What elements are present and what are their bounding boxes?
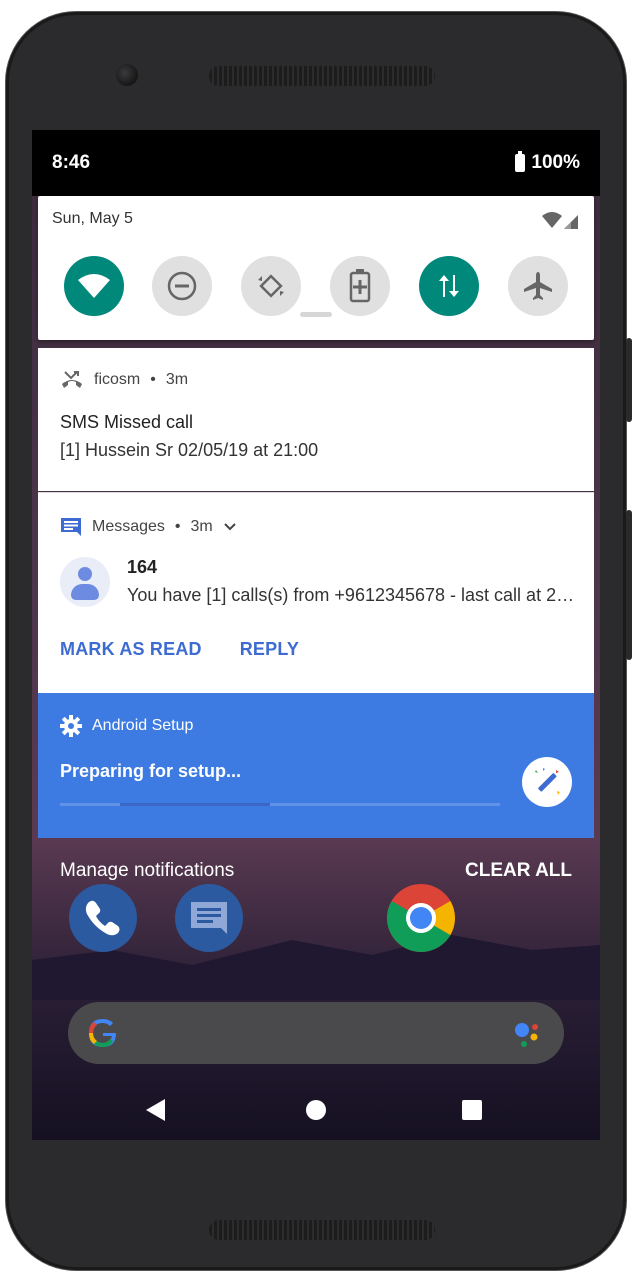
- do-not-disturb-icon: [167, 271, 197, 301]
- notification-list: ficosm • 3m SMS Missed call [1] Hussein …: [38, 348, 594, 838]
- power-button[interactable]: [626, 338, 632, 422]
- mobile-data-icon: [439, 275, 459, 297]
- battery-percent: 100%: [531, 152, 580, 173]
- navigation-bar: [32, 1080, 600, 1140]
- quick-settings-panel: Sun, May 5: [38, 196, 594, 340]
- status-bar: 8:46 100%: [32, 130, 600, 196]
- setup-progress-bar: [60, 803, 500, 806]
- airplane-mode-icon: [524, 272, 552, 300]
- message-text: You have [1] calls(s) from +9612345678 -…: [127, 585, 577, 605]
- notification-time: 3m: [165, 371, 189, 388]
- phone-icon: [85, 900, 120, 936]
- notification-app-name: Messages: [92, 518, 165, 535]
- chrome-app[interactable]: [387, 884, 455, 952]
- status-right: 100%: [515, 151, 580, 174]
- notification-app-name: Android Setup: [92, 717, 194, 734]
- auto-rotate-icon: [258, 274, 284, 298]
- notification-messages[interactable]: Messages • 3m 164 You have [1] calls(s) …: [38, 492, 594, 693]
- qs-tile-wifi[interactable]: [64, 256, 124, 316]
- recents-icon: [462, 1100, 482, 1120]
- home-icon: [306, 1100, 326, 1120]
- chevron-down-icon[interactable]: [223, 522, 237, 532]
- notification-header: Android Setup: [60, 715, 193, 737]
- notification-header: Messages • 3m: [60, 517, 237, 537]
- qs-tile-auto-rotate[interactable]: [241, 256, 301, 316]
- qs-tile-do-not-disturb[interactable]: [152, 256, 212, 316]
- nav-recents-button[interactable]: [454, 1092, 490, 1128]
- wifi-icon: [78, 274, 110, 298]
- assistant-icon[interactable]: [512, 1020, 542, 1050]
- notification-title: SMS Missed call: [60, 412, 194, 432]
- notification-text: [1] Hussein Sr 02/05/19 at 21:00: [60, 440, 319, 460]
- avatar: [60, 557, 110, 607]
- qs-drag-handle[interactable]: [300, 312, 332, 317]
- notification-title: Preparing for setup...: [60, 761, 242, 781]
- nav-back-button[interactable]: [138, 1092, 174, 1128]
- wifi-signal-icon: [542, 212, 562, 228]
- qs-tiles: [38, 256, 594, 320]
- google-search-bar[interactable]: [68, 1002, 564, 1064]
- battery-icon: [515, 151, 526, 172]
- notification-time: 3m: [190, 518, 213, 535]
- messages-icon: [61, 518, 81, 536]
- message-sender: 164: [127, 557, 158, 577]
- settings-gear-icon: [60, 715, 82, 737]
- qs-tile-mobile-data[interactable]: [419, 256, 479, 316]
- chrome-icon: [387, 884, 455, 952]
- volume-button[interactable]: [626, 510, 632, 660]
- phone-app[interactable]: [69, 884, 137, 952]
- notification-android-setup[interactable]: Android Setup Preparing for setup...: [38, 693, 594, 838]
- bottom-speaker: [209, 1220, 435, 1240]
- earpiece-speaker: [209, 66, 435, 86]
- messages-icon: [191, 902, 227, 934]
- front-camera: [116, 64, 138, 86]
- notification-ficosm[interactable]: ficosm • 3m SMS Missed call [1] Hussein …: [38, 348, 594, 491]
- manage-notifications-button[interactable]: Manage notifications: [60, 860, 234, 882]
- notification-actions: MARK AS READ REPLY: [60, 639, 299, 660]
- google-logo-icon: [89, 1019, 116, 1047]
- battery-saver-icon: [349, 269, 371, 303]
- screen: 8:46 100% Sun, May 5 ficosm • 3m SMS Mis…: [32, 130, 600, 1140]
- qs-tile-battery-saver[interactable]: [330, 256, 390, 316]
- qs-date[interactable]: Sun, May 5: [52, 210, 133, 228]
- status-time: 8:46: [52, 152, 91, 173]
- messages-app[interactable]: [175, 884, 243, 952]
- setup-wand-icon: [522, 757, 572, 807]
- back-icon: [146, 1099, 165, 1121]
- reply-button[interactable]: REPLY: [240, 639, 299, 660]
- nav-home-button[interactable]: [298, 1092, 334, 1128]
- qs-tile-airplane-mode[interactable]: [508, 256, 568, 316]
- notification-app-name: ficosm: [94, 371, 141, 388]
- missed-call-icon: [62, 371, 82, 388]
- person-icon: [78, 567, 92, 581]
- mark-as-read-button[interactable]: MARK AS READ: [60, 639, 202, 660]
- signal-icons: [542, 212, 578, 229]
- notification-header: ficosm • 3m: [60, 370, 188, 390]
- clear-all-button[interactable]: CLEAR ALL: [465, 860, 572, 882]
